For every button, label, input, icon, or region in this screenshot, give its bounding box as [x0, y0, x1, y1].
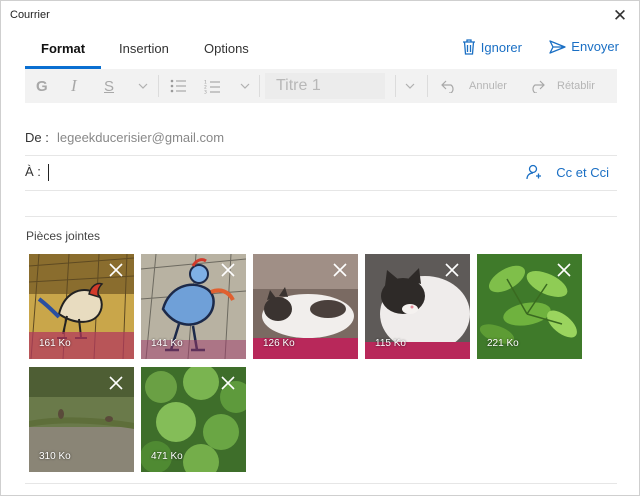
remove-attachment-icon[interactable]: [331, 261, 349, 279]
redo-icon: [532, 80, 545, 93]
attachment-thumbnail[interactable]: 115 Ko: [365, 254, 470, 359]
send-icon: [549, 39, 566, 54]
attachment-size: 471 Ko: [151, 451, 183, 462]
attachment-size: 310 Ko: [39, 451, 71, 462]
undo-icon: [441, 80, 454, 93]
cc-bcc-button[interactable]: Cc et Cci: [526, 164, 609, 180]
toolbar-divider: [427, 75, 428, 97]
attachment-thumbnail[interactable]: 310 Ko: [29, 367, 134, 472]
attachment-size: 141 Ko: [151, 338, 183, 349]
underline-button[interactable]: S: [104, 69, 114, 103]
app-title: Courrier: [10, 9, 50, 21]
discard-button[interactable]: Ignorer: [462, 39, 522, 55]
style-dropdown[interactable]: [405, 69, 415, 103]
message-body-divider: [25, 483, 617, 484]
mail-compose-window: Courrier ✕ Format Insertion Options Igno…: [0, 0, 640, 496]
from-account[interactable]: legeekducerisier@gmail.com: [57, 130, 224, 145]
remove-attachment-icon[interactable]: [107, 374, 125, 392]
tab-insertion[interactable]: Insertion: [119, 39, 169, 69]
italic-label: I: [71, 76, 77, 95]
text-format-dropdown[interactable]: [138, 69, 148, 103]
undo-label: Annuler: [469, 80, 507, 92]
toolbar-divider: [259, 75, 260, 97]
close-icon: ✕: [612, 6, 628, 25]
bold-button[interactable]: G: [36, 69, 48, 103]
discard-label: Ignorer: [480, 39, 522, 55]
send-label: Envoyer: [571, 39, 619, 54]
numbered-list-icon: 1 2 3: [204, 79, 220, 94]
from-label: De :: [25, 130, 49, 145]
underline-label: S: [104, 77, 115, 95]
send-button[interactable]: Envoyer: [549, 39, 619, 54]
bullet-list-button[interactable]: [170, 69, 187, 103]
attachment-size: 126 Ko: [263, 338, 295, 349]
text-cursor: [48, 164, 49, 181]
attachments-title: Pièces jointes: [26, 229, 101, 243]
chevron-down-icon: [405, 83, 415, 89]
chevron-down-icon: [240, 83, 250, 89]
title-bar: Courrier ✕: [1, 1, 639, 31]
paragraph-style-select[interactable]: Titre 1: [265, 73, 385, 99]
remove-attachment-icon[interactable]: [107, 261, 125, 279]
attachment-thumbnail[interactable]: 161 Ko: [29, 254, 134, 359]
remove-attachment-icon[interactable]: [555, 261, 573, 279]
attachment-size: 115 Ko: [375, 338, 406, 349]
svg-text:3: 3: [204, 89, 207, 94]
list-format-dropdown[interactable]: [240, 69, 250, 103]
remove-attachment-icon[interactable]: [219, 374, 237, 392]
italic-button[interactable]: I: [71, 69, 77, 103]
add-person-icon: [526, 164, 542, 180]
to-field-row[interactable]: À : Cc et Cci: [25, 156, 617, 191]
section-divider: [25, 216, 617, 217]
chevron-down-icon: [138, 83, 148, 89]
cc-bcc-label: Cc et Cci: [556, 164, 609, 180]
tab-format[interactable]: Format: [41, 39, 85, 69]
redo-button[interactable]: Rétablir: [529, 69, 595, 103]
attachment-size: 221 Ko: [487, 338, 519, 349]
format-toolbar: G I S 1 2 3 Titre 1 Annuler Rétablir: [25, 69, 617, 103]
remove-attachment-icon[interactable]: [443, 261, 461, 279]
trash-icon: [462, 39, 475, 55]
close-window-button[interactable]: ✕: [609, 5, 631, 27]
toolbar-divider: [395, 75, 396, 97]
undo-button[interactable]: Annuler: [441, 69, 507, 103]
attachment-size: 161 Ko: [39, 338, 71, 349]
bullet-list-icon: [170, 79, 186, 93]
remove-attachment-icon[interactable]: [219, 261, 237, 279]
attachment-thumbnail[interactable]: 126 Ko: [253, 254, 358, 359]
numbered-list-button[interactable]: 1 2 3: [204, 69, 221, 103]
attachment-thumbnail[interactable]: 221 Ko: [477, 254, 582, 359]
attachment-thumbnail[interactable]: 141 Ko: [141, 254, 246, 359]
to-label: À :: [25, 164, 41, 179]
attachment-thumbnail[interactable]: 471 Ko: [141, 367, 246, 472]
toolbar-divider: [158, 75, 159, 97]
bold-label: G: [36, 77, 48, 95]
from-field-row: De : legeekducerisier@gmail.com: [25, 123, 617, 156]
tab-options[interactable]: Options: [204, 39, 249, 69]
redo-label: Rétablir: [557, 80, 595, 92]
